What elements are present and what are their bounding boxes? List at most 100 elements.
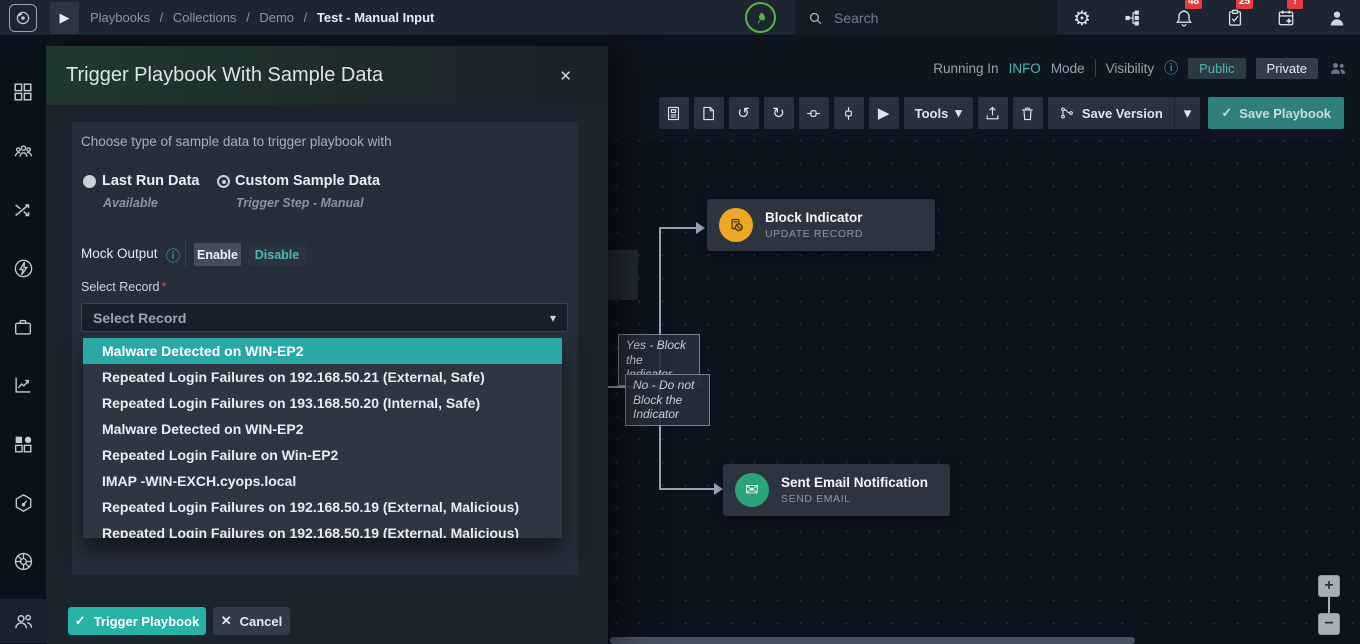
breadcrumb-separator: / [304, 10, 308, 25]
breadcrumb-separator: / [160, 10, 164, 25]
sidebar-item-connectors[interactable] [0, 539, 46, 583]
app-root: ▶ Playbooks / Collections / Demo / Test … [0, 0, 1360, 644]
notes-button[interactable] [694, 97, 724, 129]
redo-button[interactable]: ↻ [764, 97, 794, 129]
horizontal-scrollbar[interactable] [610, 637, 1135, 644]
modal-close-button[interactable]: ✕ [559, 67, 588, 85]
record-option[interactable]: Repeated Login Failures on 192.168.50.21… [83, 364, 562, 390]
mock-enable-button[interactable]: Enable [194, 243, 241, 266]
search-icon [807, 10, 824, 27]
user-avatar-button[interactable] [1324, 5, 1350, 31]
breadcrumb-playbooks[interactable]: Playbooks [90, 10, 150, 25]
radio-custom-sample-data-sub: Trigger Step - Manual [236, 196, 364, 210]
scheduled-jobs-button[interactable]: ! [1273, 5, 1299, 31]
sidebar-expand-button[interactable]: ▶ [50, 2, 79, 34]
sitemap-icon [1123, 8, 1143, 28]
visibility-public-button[interactable]: Public [1188, 58, 1245, 79]
global-search [795, 0, 1057, 36]
notifications-bell-button[interactable]: 48 [1171, 5, 1197, 31]
pending-tasks-button[interactable]: 25 [1222, 5, 1248, 31]
sidebar-item-routing[interactable] [0, 188, 46, 232]
note-icon [700, 105, 717, 122]
record-option[interactable]: Repeated Login Failure on Win-EP2 [83, 442, 562, 468]
left-sidebar [0, 36, 46, 644]
branch-icon [1059, 105, 1075, 121]
sidebar-item-user-assignments[interactable] [0, 599, 46, 643]
radio-custom-sample-data[interactable] [217, 175, 230, 188]
tools-dropdown-button[interactable]: Tools ▾ [904, 97, 973, 129]
partially-hidden-node [608, 250, 638, 300]
save-version-caret[interactable]: ▾ [1174, 97, 1201, 129]
mode-value: INFO [1009, 61, 1041, 76]
search-input[interactable] [834, 10, 1045, 26]
users-icon [12, 610, 35, 633]
edge-label-no[interactable]: No - Do not Block the Indicator [625, 374, 710, 426]
select-record-placeholder: Select Record [93, 310, 186, 326]
visibility-private-button[interactable]: Private [1256, 58, 1318, 79]
alerts-badge: ! [1287, 0, 1303, 9]
run-playbook-button[interactable]: ▶ [869, 97, 899, 129]
sidebar-item-widgets[interactable] [0, 422, 46, 466]
tasks-badge: 25 [1236, 0, 1253, 9]
align-vertical-button[interactable] [834, 97, 864, 129]
zoom-in-button[interactable]: + [1318, 575, 1340, 597]
breadcrumb: Playbooks / Collections / Demo / Test - … [90, 0, 434, 36]
node-subtitle: SEND EMAIL [781, 493, 928, 505]
sidebar-item-teams[interactable] [0, 129, 46, 173]
record-option[interactable]: Repeated Login Failures on 192.168.50.19… [83, 520, 562, 538]
breadcrumb-collections[interactable]: Collections [173, 10, 237, 25]
radio-custom-sample-data-label[interactable]: Custom Sample Data [235, 173, 380, 189]
settings-gear-button[interactable]: ⚙ [1069, 5, 1095, 31]
node-subtitle: UPDATE RECORD [765, 228, 863, 240]
undo-button[interactable]: ↺ [729, 97, 759, 129]
breadcrumb-separator: / [246, 10, 250, 25]
export-button[interactable] [978, 97, 1008, 129]
align-horizontal-button[interactable] [799, 97, 829, 129]
sidebar-item-threat-intel[interactable] [0, 481, 46, 525]
node-sent-email-notification[interactable]: ✉ Sent Email Notification SEND EMAIL [723, 464, 950, 516]
export-icon [984, 105, 1001, 122]
sidebar-item-dashboard[interactable] [0, 70, 46, 114]
sidebar-item-automation[interactable] [0, 246, 46, 290]
record-option[interactable]: Repeated Login Failures on 193.168.50.20… [83, 390, 562, 416]
globe-wheel-icon [12, 550, 35, 573]
undo-icon: ↺ [737, 104, 750, 122]
mode-suffix: Mode [1051, 61, 1085, 76]
mock-disable-button[interactable]: Disable [248, 243, 306, 266]
radio-last-run-data-label[interactable]: Last Run Data [102, 173, 200, 189]
save-playbook-button[interactable]: ✓ Save Playbook [1208, 97, 1344, 129]
play-icon: ▶ [878, 104, 890, 122]
save-version-button[interactable]: Save Version ▾ [1048, 97, 1200, 129]
plus-icon: + [1324, 577, 1333, 594]
record-option[interactable]: IMAP -WIN-EXCH.cyops.local [83, 468, 562, 494]
header-icon-cluster: ⚙ 48 [1069, 0, 1350, 36]
mock-output-info-icon[interactable]: ⓘ [166, 246, 180, 266]
owners-people-icon[interactable] [1328, 58, 1348, 78]
widgets-icon [12, 433, 34, 455]
record-option[interactable]: Repeated Login Failures on 192.168.50.19… [83, 494, 562, 520]
zoom-out-button[interactable]: − [1318, 613, 1340, 635]
breadcrumb-current: Test - Manual Input [317, 10, 434, 25]
sitemap-button[interactable] [1120, 5, 1146, 31]
record-option[interactable]: Malware Detected on WIN-EP2 [83, 416, 562, 442]
sidebar-item-organizations[interactable] [0, 305, 46, 349]
trigger-playbook-button[interactable]: ✓ Trigger Playbook [68, 607, 206, 635]
hexagon-gauge-icon [12, 492, 35, 515]
node-block-indicator[interactable]: Block Indicator UPDATE RECORD [707, 199, 935, 251]
gear-icon: ⚙ [1073, 6, 1091, 31]
send-email-icon: ✉ [735, 473, 769, 507]
radio-last-run-data[interactable] [83, 175, 96, 188]
record-option[interactable]: Malware Detected on WIN-EP2 [83, 338, 562, 364]
select-record-options: Malware Detected on WIN-EP2 Repeated Log… [83, 338, 562, 538]
breadcrumb-demo[interactable]: Demo [259, 10, 294, 25]
playbook-status-row: Running In INFO Mode Visibility ⓘ Public… [933, 56, 1348, 80]
sidebar-item-reports[interactable] [0, 363, 46, 407]
trigger-playbook-modal: Trigger Playbook With Sample Data ✕ Choo… [46, 46, 608, 644]
check-icon: ✓ [1221, 105, 1232, 121]
select-record-dropdown[interactable]: Select Record ▾ [81, 303, 568, 332]
cancel-button[interactable]: ✕ Cancel [213, 607, 290, 635]
execution-log-button[interactable] [659, 97, 689, 129]
system-health-icon[interactable] [745, 2, 776, 33]
delete-button[interactable] [1013, 97, 1043, 129]
visibility-info-icon[interactable]: ⓘ [1164, 58, 1178, 78]
